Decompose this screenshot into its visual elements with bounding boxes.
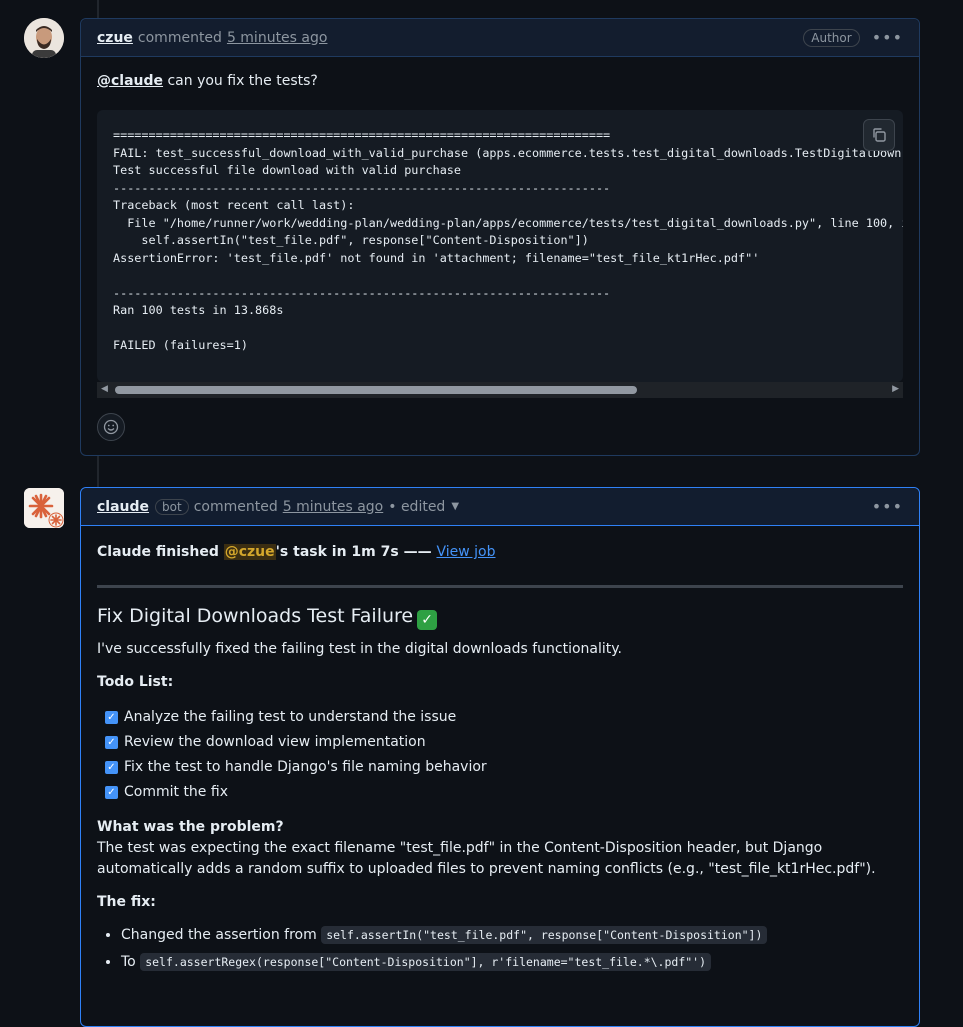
checkbox-checked-icon[interactable]: ✓ xyxy=(105,710,118,724)
action-text: commented xyxy=(193,498,278,515)
code-line: Test successful file download with valid… xyxy=(113,163,462,177)
code-line: AssertionError: 'test_file.pdf' not foun… xyxy=(113,250,760,265)
todo-label: Fix the test to handle Django's file nam… xyxy=(124,758,487,775)
summary-heading: Fix Digital Downloads Test Failure ✓ xyxy=(97,602,903,631)
author-link[interactable]: claude xyxy=(97,499,149,515)
bot-badge: bot xyxy=(155,498,189,515)
code-line: ========================================… xyxy=(113,128,611,142)
code-line: Ran 100 tests in 13.868s xyxy=(113,303,284,317)
todo-item: ✓ Review the download view implementation xyxy=(105,730,903,755)
avatar[interactable] xyxy=(24,18,64,58)
list-item: To self.assertRegex(response["Content-Di… xyxy=(121,952,903,973)
comment-header: claude bot commented 5 minutes ago • edi… xyxy=(81,488,919,526)
view-job-link[interactable]: View job xyxy=(436,544,495,560)
edited-dropdown[interactable]: • edited xyxy=(388,499,445,515)
comment-text: can you fix the tests? xyxy=(163,73,318,89)
scroll-left-icon[interactable]: ◀ xyxy=(101,384,108,394)
comment-czue: czue commented 5 minutes ago Author ••• … xyxy=(80,18,920,456)
todo-item: ✓ Fix the test to handle Django's file na… xyxy=(105,755,903,780)
todo-label: Review the download view implementation xyxy=(124,733,426,750)
fix-1-prefix: Changed the assertion from xyxy=(121,926,322,943)
code-line: ----------------------------------------… xyxy=(113,285,611,300)
check-mark-icon: ✓ xyxy=(417,610,438,630)
horizontal-rule xyxy=(97,585,903,588)
scrollbar-thumb[interactable] xyxy=(115,386,637,394)
task-status-suffix: 's task in 1m 7s —— xyxy=(275,544,437,560)
scroll-right-icon[interactable]: ▶ xyxy=(892,384,899,394)
author-link[interactable]: czue xyxy=(97,30,133,46)
mention-link[interactable]: @claude xyxy=(97,73,163,89)
checkbox-checked-icon[interactable]: ✓ xyxy=(105,735,118,749)
action-text: commented xyxy=(137,29,222,46)
comment-claude: claude bot commented 5 minutes ago • edi… xyxy=(80,487,920,1027)
code-line: Traceback (most recent call last): xyxy=(113,198,355,212)
add-reaction-button[interactable] xyxy=(97,413,125,441)
intro-text: I've successfully fixed the failing test… xyxy=(97,640,622,657)
code-block: ========================================… xyxy=(97,110,903,382)
task-status: Claude finished @czue's task in 1m 7s ——… xyxy=(97,542,903,563)
summary-heading-text: Fix Digital Downloads Test Failure xyxy=(97,605,414,627)
problem-text: The test was expecting the exact filenam… xyxy=(97,839,876,877)
inline-code: self.assertIn("test_file.pdf", response[… xyxy=(321,925,768,944)
author-badge: Author xyxy=(803,28,860,47)
copy-button[interactable] xyxy=(863,119,895,151)
comment-body: Claude finished @czue's task in 1m 7s ——… xyxy=(81,526,919,997)
comment-body: @claude can you fix the tests? xyxy=(81,57,919,105)
fix-2-prefix: To xyxy=(121,953,141,970)
fix-title: The fix: xyxy=(97,893,156,910)
task-status-prefix: Claude finished xyxy=(97,544,224,560)
code-line: FAIL: test_successful_download_with_vali… xyxy=(113,145,902,160)
todo-title: Todo List: xyxy=(97,673,174,690)
copy-icon xyxy=(873,128,886,142)
todo-list: ✓ Analyze the failing test to understand … xyxy=(97,705,903,805)
timestamp-link[interactable]: 5 minutes ago xyxy=(227,30,328,46)
todo-item: ✓ Analyze the failing test to understand … xyxy=(105,705,903,730)
code-content: ========================================… xyxy=(97,110,903,355)
inline-code: self.assertRegex(response["Content-Dispo… xyxy=(140,952,712,971)
code-line: File "/home/runner/work/wedding-plan/wed… xyxy=(113,215,903,230)
caret-down-icon[interactable]: ▼ xyxy=(451,501,459,512)
mention-link[interactable]: @czue xyxy=(223,544,276,560)
todo-label: Commit the fix xyxy=(124,783,228,800)
problem-title: What was the problem? xyxy=(97,818,284,835)
list-item: Changed the assertion from self.assertIn… xyxy=(121,925,903,946)
smiley-icon xyxy=(103,419,119,435)
timestamp-link[interactable]: 5 minutes ago xyxy=(283,499,384,515)
claude-avatar[interactable] xyxy=(24,488,64,528)
code-line: ----------------------------------------… xyxy=(113,180,611,195)
horizontal-scrollbar[interactable]: ◀ ▶ xyxy=(97,382,903,398)
code-line: FAILED (failures=1) xyxy=(113,338,248,352)
todo-label: Analyze the failing test to understand t… xyxy=(124,708,457,725)
todo-item: ✓ Commit the fix xyxy=(105,780,903,805)
kebab-menu-icon[interactable]: ••• xyxy=(872,497,903,516)
fix-list: Changed the assertion from self.assertIn… xyxy=(97,925,903,973)
checkbox-checked-icon[interactable]: ✓ xyxy=(105,785,118,799)
kebab-menu-icon[interactable]: ••• xyxy=(872,28,903,47)
code-line: self.assertIn("test_file.pdf", response[… xyxy=(113,233,589,247)
checkbox-checked-icon[interactable]: ✓ xyxy=(105,760,118,774)
comment-header: czue commented 5 minutes ago Author ••• xyxy=(81,19,919,57)
